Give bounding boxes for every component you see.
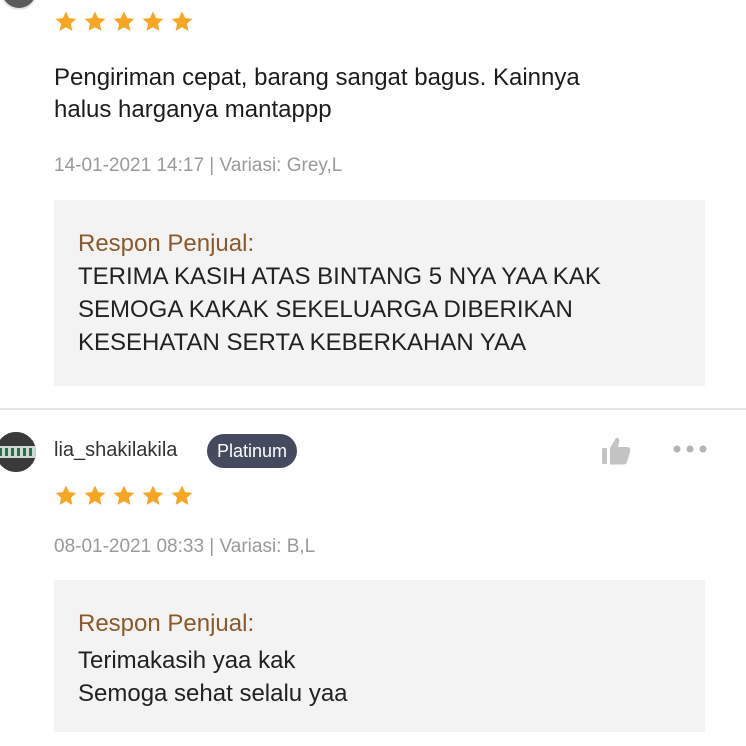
seller-reply: Respon Penjual: TERIMA KASIH ATAS BINTAN… — [54, 200, 705, 386]
star-icon — [84, 11, 106, 31]
star-icon — [113, 11, 135, 31]
rating-stars — [54, 484, 194, 508]
star-icon — [142, 485, 164, 505]
review-comment: Pengiriman cepat, barang sangat bagus. K… — [54, 62, 704, 126]
review-comment-line: Pengiriman cepat, barang sangat bagus. K… — [54, 64, 580, 91]
reviewer-avatar[interactable] — [0, 0, 38, 10]
seller-reply-line: Semoga sehat selalu yaa — [78, 680, 348, 707]
star-icon — [55, 11, 77, 31]
review-divider — [0, 408, 746, 410]
more-dots-icon[interactable] — [672, 442, 708, 456]
reviewer-username[interactable]: lia_shakilakila — [54, 439, 177, 462]
review-comment-line: halus harganya mantappp — [54, 96, 332, 123]
seller-reply-line: SEMOGA KAKAK SEKELUARGA DIBERIKAN — [78, 296, 573, 323]
star-icon — [171, 11, 193, 31]
seller-reply-line: Terimakasih yaa kak — [78, 647, 296, 674]
avatar-image — [0, 432, 36, 472]
star-icon — [113, 485, 135, 505]
star-icon — [171, 485, 193, 505]
seller-reply-title: Respon Penjual: — [78, 610, 255, 637]
thumbs-up-icon[interactable] — [600, 436, 632, 466]
star-icon — [84, 485, 106, 505]
seller-reply: Respon Penjual: Terimakasih yaa kak Semo… — [54, 580, 705, 732]
star-icon — [55, 485, 77, 505]
membership-badge: Platinum — [207, 434, 298, 468]
review-meta: 14-01-2021 14:17 | Variasi: Grey,L — [54, 155, 343, 176]
rating-stars — [54, 10, 194, 34]
reviewer-avatar[interactable] — [0, 432, 36, 472]
star-icon — [142, 11, 164, 31]
seller-reply-line: TERIMA KASIH ATAS BINTANG 5 NYA YAA KAK — [78, 263, 601, 290]
seller-reply-line: KESEHATAN SERTA KEBERKAHAN YAA — [78, 329, 527, 356]
review-meta: 08-01-2021 08:33 | Variasi: B,L — [54, 536, 316, 557]
seller-reply-title: Respon Penjual: — [78, 230, 255, 257]
